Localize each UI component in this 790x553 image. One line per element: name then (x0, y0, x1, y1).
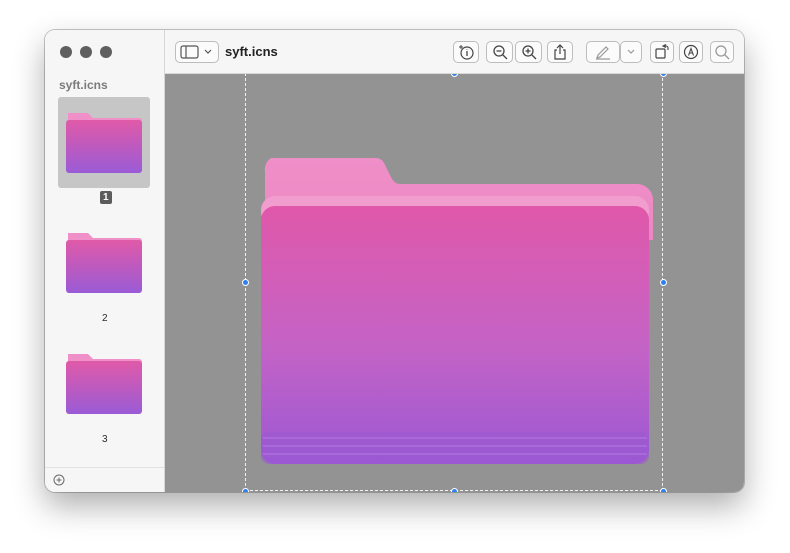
folder-thumbnail-icon (66, 354, 142, 414)
sidebar-toggle-icon (180, 45, 212, 59)
selection-handle[interactable] (660, 488, 667, 492)
folder-thumbnail-icon (66, 233, 142, 293)
markup-icon (683, 44, 699, 60)
sidebar: syft.icns 1 2 3 (45, 30, 165, 492)
highlight-pen-icon (596, 46, 610, 60)
rotate-icon (655, 44, 669, 59)
thumbnail-3[interactable] (58, 348, 150, 418)
search-button[interactable] (710, 41, 734, 63)
folder-thumbnail-icon (66, 113, 142, 173)
selection-handle[interactable] (660, 279, 667, 286)
highlight-button[interactable] (586, 41, 620, 63)
thumbnail-2[interactable] (58, 227, 150, 297)
share-button[interactable] (547, 41, 573, 63)
thumbnail-1-label: 1 (100, 191, 112, 204)
rotate-button[interactable] (650, 41, 674, 63)
highlight-menu-button[interactable] (620, 41, 642, 63)
document-canvas[interactable] (165, 74, 744, 492)
sidebar-title: syft.icns (59, 78, 108, 92)
window-controls (60, 46, 112, 58)
add-page-icon[interactable] (53, 474, 65, 486)
zoom-in-icon (521, 45, 536, 60)
sidebar-toggle-button[interactable] (175, 41, 219, 63)
markup-info-icon (459, 45, 474, 60)
preview-window: syft.icns 1 2 3 syft.icns (45, 30, 744, 492)
toolbar: syft.icns (165, 30, 744, 74)
search-icon (715, 45, 730, 60)
selection-handle[interactable] (660, 74, 667, 77)
markup-button[interactable] (679, 41, 703, 63)
sidebar-footer (45, 467, 164, 492)
zoom-button[interactable] (100, 46, 112, 58)
selection-handle[interactable] (242, 279, 249, 286)
share-icon (554, 44, 566, 60)
thumbnail-1[interactable] (58, 97, 150, 188)
thumbnail-3-label: 3 (102, 434, 108, 445)
info-button[interactable] (453, 41, 479, 63)
close-button[interactable] (60, 46, 72, 58)
minimize-button[interactable] (80, 46, 92, 58)
selection-handle[interactable] (242, 488, 249, 492)
folder-icon-image (261, 157, 653, 464)
zoom-in-button[interactable] (515, 41, 542, 63)
thumbnail-2-label: 2 (102, 313, 108, 324)
document-title: syft.icns (225, 44, 278, 59)
zoom-out-button[interactable] (486, 41, 513, 63)
zoom-out-icon (492, 45, 507, 60)
selection-handle[interactable] (451, 488, 458, 492)
chevron-down-icon (627, 49, 635, 54)
